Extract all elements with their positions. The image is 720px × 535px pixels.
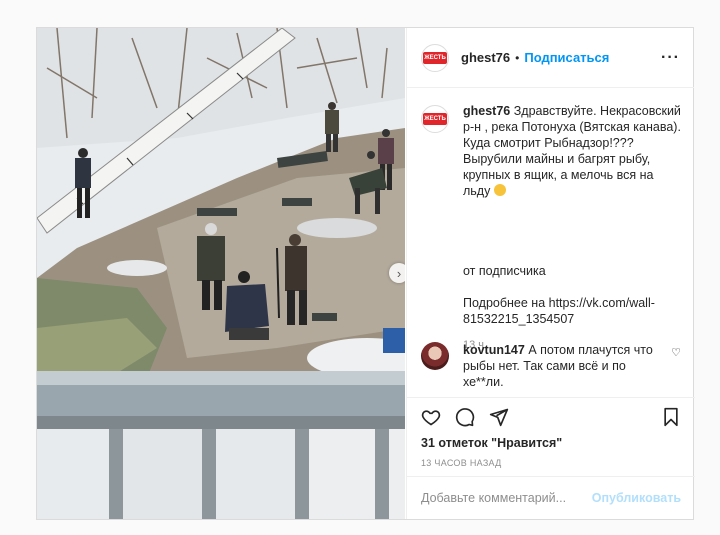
caption-body: ghest76 Здравствуйте. Некрасовский р-н ,… xyxy=(463,103,681,353)
comment-input[interactable] xyxy=(421,491,592,505)
comment-body: kovtun147 А потом плачутся что рыбы нет.… xyxy=(463,342,653,390)
more-options-icon[interactable]: ··· xyxy=(661,49,680,67)
logo-badge: ЖЕСТЬ xyxy=(423,113,447,125)
photo-scene xyxy=(37,28,405,519)
header-username[interactable]: ghest76 xyxy=(461,50,510,65)
sad-face-icon xyxy=(493,184,506,196)
caption-text: Здравствуйте. Некрасовский р-н , река По… xyxy=(463,104,681,198)
post-date[interactable]: 13 ЧАСОВ НАЗАД xyxy=(421,458,681,468)
avatar[interactable]: ЖЕСТЬ xyxy=(421,43,449,72)
publish-button[interactable]: Опубликовать xyxy=(592,491,681,505)
caption-source: от подписчика xyxy=(463,264,546,278)
comment-icon[interactable] xyxy=(455,407,475,427)
bookmark-icon[interactable] xyxy=(661,407,681,427)
comment-username[interactable]: kovtun147 xyxy=(463,343,525,357)
post-sidebar: ЖЕСТЬ ghest76 • Подписаться ··· ЖЕСТЬ gh… xyxy=(406,28,695,519)
caption-avatar[interactable]: ЖЕСТЬ xyxy=(421,105,449,133)
action-icons xyxy=(421,398,681,436)
caption-main: ghest76 Здравствуйте. Некрасовский р-н ,… xyxy=(463,103,681,199)
post-card: › ЖЕСТЬ ghest76 • Подписаться ··· ЖЕСТЬ … xyxy=(36,27,695,520)
share-icon[interactable] xyxy=(489,407,509,427)
separator-dot: • xyxy=(515,50,520,65)
follow-button[interactable]: Подписаться xyxy=(524,50,609,65)
likes-count[interactable]: 31 отметок "Нравится" xyxy=(421,436,681,450)
heart-icon[interactable] xyxy=(421,407,441,427)
caption-username[interactable]: ghest76 xyxy=(463,104,510,118)
comment-like-heart-icon[interactable]: ♡ xyxy=(671,346,681,390)
post-photo[interactable]: › xyxy=(37,28,405,519)
post-header: ЖЕСТЬ ghest76 • Подписаться ··· xyxy=(407,28,694,88)
caption: ЖЕСТЬ ghest76 Здравствуйте. Некрасовский… xyxy=(421,103,681,353)
chevron-right-icon: › xyxy=(396,265,402,281)
add-comment-bar: Опубликовать xyxy=(407,476,695,519)
commenter-avatar[interactable] xyxy=(421,342,449,370)
next-photo-button[interactable]: › xyxy=(389,263,405,283)
logo-badge: ЖЕСТЬ xyxy=(423,51,447,64)
comments-section: ЖЕСТЬ ghest76 Здравствуйте. Некрасовский… xyxy=(407,89,695,396)
caption-more-link: Подробнее на https://vk.com/wall-8153221… xyxy=(463,296,655,326)
comment-item: kovtun147 А потом плачутся что рыбы нет.… xyxy=(421,342,681,390)
